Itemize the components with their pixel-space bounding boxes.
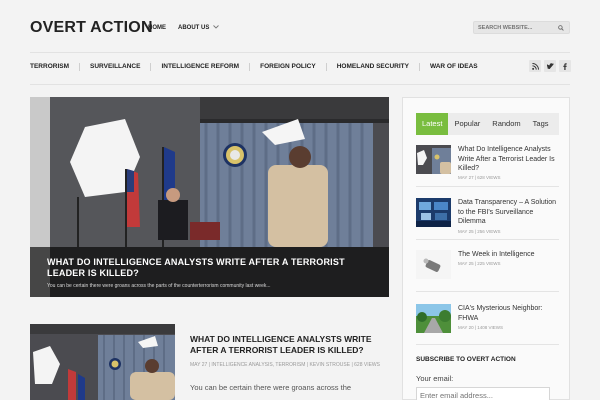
category-surveillance[interactable]: SURVEILLANCE [79, 63, 150, 71]
social-links [529, 60, 571, 72]
post-image [30, 324, 175, 400]
email-field[interactable] [416, 387, 550, 400]
tab-popular[interactable]: Popular [448, 113, 486, 135]
sidebar-divider [416, 291, 559, 292]
featured-article[interactable]: WHAT DO INTELLIGENCE ANALYSTS WRITE AFTE… [30, 97, 389, 297]
category-nav: TERRORISM SURVEILLANCE INTELLIGENCE REFO… [30, 63, 488, 71]
featured-caption: WHAT DO INTELLIGENCE ANALYSTS WRITE AFTE… [30, 247, 389, 297]
search-icon[interactable] [558, 25, 564, 31]
sidebar-item-thumbnail [416, 145, 451, 174]
sidebar-item-meta: MAY 25 | 256 VIEWS [458, 229, 501, 234]
post-title[interactable]: WHAT DO INTELLIGENCE ANALYSTS WRITE AFTE… [190, 334, 380, 356]
post-meta: MAY 27 | INTELLIGENCE ANALYSIS, TERRORIS… [190, 362, 380, 368]
sidebar-item-thumbnail [416, 250, 451, 279]
tab-random[interactable]: Random [486, 113, 526, 135]
sidebar-item-title[interactable]: What Do Intelligence Analysts Write Afte… [458, 145, 558, 174]
sidebar-widget: Latest Popular Random Tags What Do Intel… [402, 97, 570, 400]
site-logo[interactable]: OVERT ACTION [30, 19, 153, 37]
category-terrorism[interactable]: TERRORISM [30, 63, 79, 71]
sidebar-item-thumbnail [416, 304, 451, 333]
featured-excerpt: You can be certain there were groans acr… [47, 283, 271, 289]
sidebar-item-thumbnail [416, 198, 451, 227]
twitter-icon[interactable] [544, 60, 556, 72]
sidebar-divider [416, 344, 559, 345]
nav-about-us[interactable]: ABOUT US [178, 25, 219, 31]
sidebar-tabs: Latest Popular Random Tags [416, 113, 559, 135]
sidebar-item-title[interactable]: Data Transparency – A Solution to the FB… [458, 198, 558, 227]
search-input[interactable] [478, 23, 554, 33]
category-war-of-ideas[interactable]: WAR OF IDEAS [418, 63, 488, 71]
category-foreign-policy[interactable]: FOREIGN POLICY [249, 63, 326, 71]
sidebar-item-title[interactable]: CIA's Mysterious Neighbor: FHWA [458, 304, 558, 323]
tab-tags[interactable]: Tags [527, 113, 555, 135]
sidebar-item-title[interactable]: The Week in Intelligence [458, 250, 558, 260]
email-label: Your email: [416, 374, 454, 383]
featured-title[interactable]: WHAT DO INTELLIGENCE ANALYSTS WRITE AFTE… [47, 257, 372, 279]
sidebar-item-meta: MAY 27 | 628 VIEWS [458, 175, 501, 180]
category-intelligence-reform[interactable]: INTELLIGENCE REFORM [150, 63, 249, 71]
subscribe-heading: SUBSCRIBE TO OVERT ACTION [416, 356, 516, 363]
sidebar-divider [416, 186, 559, 187]
nav-about-label: ABOUT US [178, 25, 210, 31]
header-divider [30, 52, 570, 53]
tab-latest[interactable]: Latest [416, 113, 449, 135]
post-excerpt: You can be certain there were groans acr… [190, 383, 352, 392]
sidebar-item-meta: MAY 20 | 1408 VIEWS [458, 325, 504, 330]
top-nav: HOME ABOUT US [148, 25, 219, 31]
rss-icon[interactable] [529, 60, 541, 72]
chevron-down-icon [213, 25, 219, 30]
post-thumbnail[interactable] [30, 324, 175, 400]
facebook-icon[interactable] [559, 60, 571, 72]
nav-home[interactable]: HOME [148, 25, 166, 31]
category-homeland-security[interactable]: HOMELAND SECURITY [325, 63, 419, 71]
search-box [473, 21, 570, 34]
category-divider [30, 84, 570, 85]
sidebar-divider [416, 239, 559, 240]
sidebar-item-meta: MAY 25 | 225 VIEWS [458, 261, 501, 266]
